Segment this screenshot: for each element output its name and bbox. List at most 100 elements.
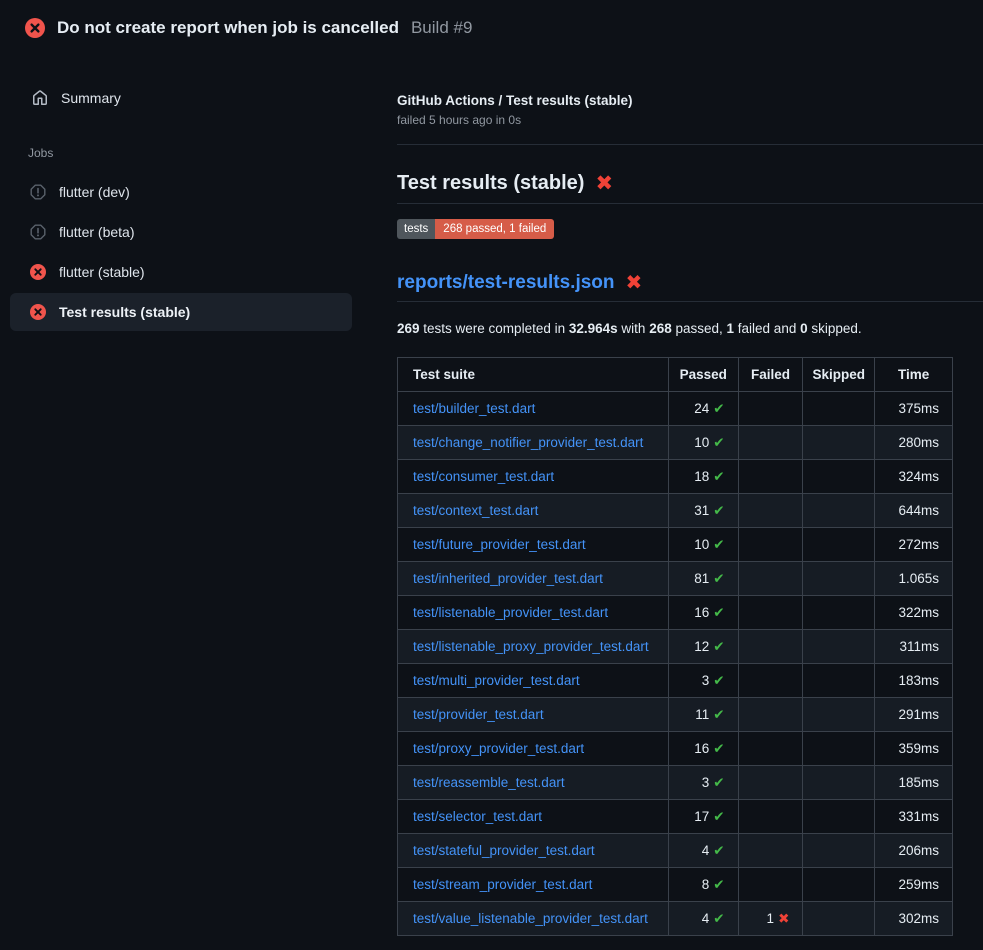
table-header-row: Test suite Passed Failed Skipped Time — [398, 358, 953, 392]
skipped-cell — [803, 698, 875, 732]
test-suite-link[interactable]: test/inherited_provider_test.dart — [413, 571, 603, 586]
table-row: test/stream_provider_test.dart 8✔ 259ms — [398, 868, 953, 902]
failed-cell — [738, 732, 803, 766]
skipped-cell — [803, 868, 875, 902]
failed-x-icon: ✖ — [595, 173, 613, 194]
sidebar: Summary Jobs flutter (dev) flutter (beta… — [0, 70, 380, 333]
check-icon: ✔ — [713, 503, 724, 518]
failed-cell — [738, 392, 803, 426]
skipped-cell — [803, 800, 875, 834]
sidebar-job-item[interactable]: flutter (beta) — [10, 213, 352, 251]
summary-sentence: 269 tests were completed in 32.964s with… — [397, 321, 983, 337]
passed-cell: 8✔ — [668, 868, 738, 902]
failed-cell — [738, 664, 803, 698]
test-suite-link[interactable]: test/multi_provider_test.dart — [413, 673, 580, 688]
tests-badge: tests 268 passed, 1 failed — [397, 219, 554, 239]
time-cell: 272ms — [875, 528, 953, 562]
check-icon: ✔ — [713, 911, 724, 926]
time-cell: 206ms — [875, 834, 953, 868]
sidebar-job-item[interactable]: Test results (stable) — [10, 293, 352, 331]
check-icon: ✔ — [713, 571, 724, 586]
jobs-section-label: Jobs — [28, 146, 380, 160]
check-icon: ✔ — [713, 537, 724, 552]
failed-cell — [738, 562, 803, 596]
sidebar-item-summary[interactable]: Summary — [10, 80, 352, 116]
time-cell: 280ms — [875, 426, 953, 460]
summary-label: Summary — [61, 90, 121, 106]
jobs-list: flutter (dev) flutter (beta) flutter (st… — [0, 173, 380, 331]
passed-cell: 3✔ — [668, 664, 738, 698]
skipped-cell — [803, 392, 875, 426]
run-meta: failed 5 hours ago in 0s — [397, 113, 983, 127]
test-suite-link[interactable]: test/stateful_provider_test.dart — [413, 843, 595, 858]
test-suite-link[interactable]: test/context_test.dart — [413, 503, 538, 518]
alert-octagon-icon — [30, 224, 46, 240]
time-cell: 311ms — [875, 630, 953, 664]
skipped-cell — [803, 426, 875, 460]
passed-cell: 16✔ — [668, 732, 738, 766]
passed-cell: 11✔ — [668, 698, 738, 732]
time-cell: 375ms — [875, 392, 953, 426]
main-content: GitHub Actions / Test results (stable) f… — [397, 93, 983, 936]
test-suite-link[interactable]: test/consumer_test.dart — [413, 469, 554, 484]
test-suite-link[interactable]: test/listenable_provider_test.dart — [413, 605, 608, 620]
failed-cell — [738, 766, 803, 800]
check-icon: ✔ — [713, 673, 724, 688]
section-title: Test results (stable) — [397, 170, 584, 196]
failed-x-icon: ✖ — [626, 273, 643, 293]
test-suite-link[interactable]: test/reassemble_test.dart — [413, 775, 565, 790]
passed-cell: 4✔ — [668, 902, 738, 936]
badge-label: tests — [397, 219, 435, 239]
table-row: test/provider_test.dart 11✔ 291ms — [398, 698, 953, 732]
table-row: test/selector_test.dart 17✔ 331ms — [398, 800, 953, 834]
check-icon: ✔ — [713, 877, 724, 892]
failed-cell — [738, 834, 803, 868]
time-cell: 185ms — [875, 766, 953, 800]
skipped-cell — [803, 766, 875, 800]
divider — [397, 144, 983, 145]
passed-cell: 31✔ — [668, 494, 738, 528]
failed-cell — [738, 528, 803, 562]
skipped-cell — [803, 664, 875, 698]
check-icon: ✔ — [713, 809, 724, 824]
test-suite-link[interactable]: test/builder_test.dart — [413, 401, 535, 416]
table-row: test/value_listenable_provider_test.dart… — [398, 902, 953, 936]
table-row: test/listenable_provider_test.dart 16✔ 3… — [398, 596, 953, 630]
test-suite-link[interactable]: test/value_listenable_provider_test.dart — [413, 911, 648, 926]
report-file-link[interactable]: reports/test-results.json — [397, 271, 615, 295]
skipped-cell — [803, 834, 875, 868]
job-label: flutter (stable) — [59, 264, 145, 280]
test-suite-link[interactable]: test/stream_provider_test.dart — [413, 877, 592, 892]
skipped-cell — [803, 596, 875, 630]
alert-octagon-icon — [30, 184, 46, 200]
test-suite-link[interactable]: test/future_provider_test.dart — [413, 537, 586, 552]
table-body: test/builder_test.dart 24✔ 375ms test/ch… — [398, 392, 953, 936]
passed-cell: 17✔ — [668, 800, 738, 834]
test-suite-link[interactable]: test/listenable_proxy_provider_test.dart — [413, 639, 649, 654]
check-icon: ✔ — [713, 435, 724, 450]
job-label: flutter (dev) — [59, 184, 130, 200]
skipped-cell — [803, 902, 875, 936]
table-row: test/builder_test.dart 24✔ 375ms — [398, 392, 953, 426]
passed-cell: 81✔ — [668, 562, 738, 596]
check-icon: ✔ — [713, 843, 724, 858]
x-circle-icon — [30, 304, 46, 320]
test-suite-link[interactable]: test/provider_test.dart — [413, 707, 544, 722]
col-header-time: Time — [875, 358, 953, 392]
test-suite-link[interactable]: test/selector_test.dart — [413, 809, 542, 824]
check-icon: ✔ — [713, 775, 724, 790]
test-suite-link[interactable]: test/change_notifier_provider_test.dart — [413, 435, 643, 450]
failed-cell — [738, 698, 803, 732]
divider — [397, 301, 983, 302]
failed-cell — [738, 630, 803, 664]
failed-cell — [738, 868, 803, 902]
test-suite-link[interactable]: test/proxy_provider_test.dart — [413, 741, 584, 756]
sidebar-job-item[interactable]: flutter (stable) — [10, 253, 352, 291]
sidebar-job-item[interactable]: flutter (dev) — [10, 173, 352, 211]
failed-cell — [738, 426, 803, 460]
test-results-table: Test suite Passed Failed Skipped Time te… — [397, 357, 953, 936]
time-cell: 259ms — [875, 868, 953, 902]
x-circle-icon — [25, 18, 45, 38]
col-header-skipped: Skipped — [803, 358, 875, 392]
failed-cell — [738, 800, 803, 834]
